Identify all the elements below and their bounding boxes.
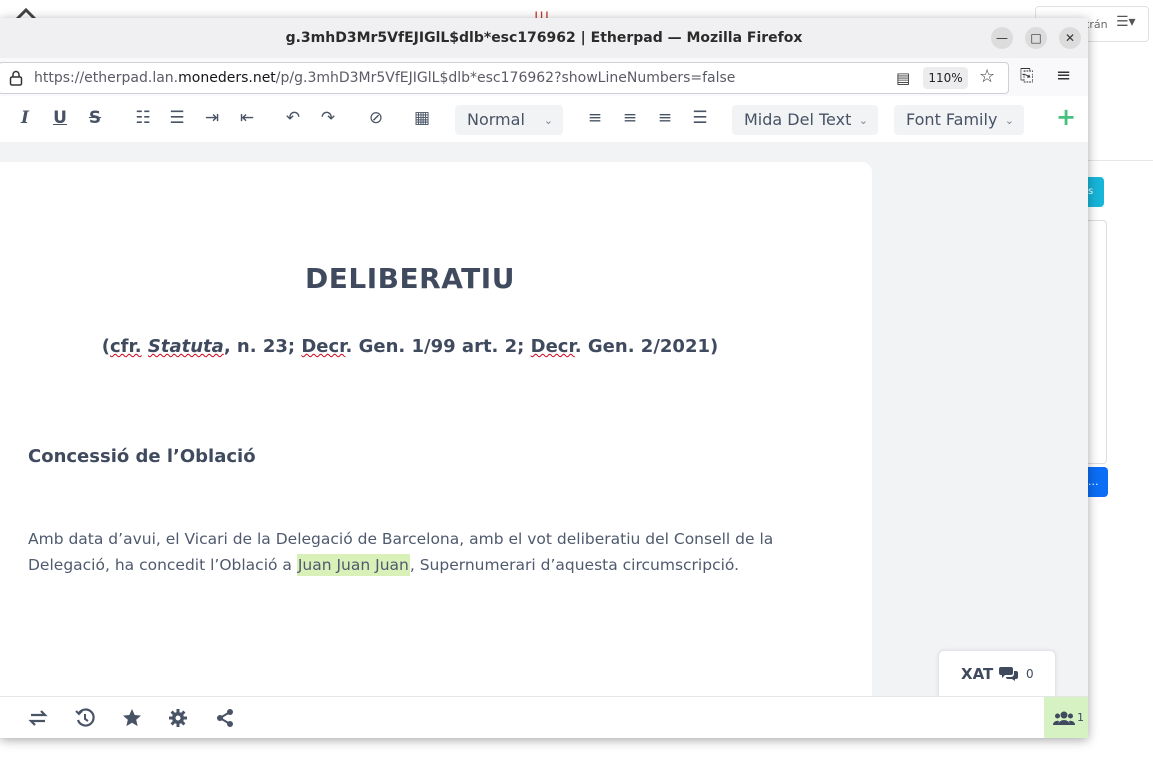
indent-icon[interactable]: ⇥: [201, 108, 223, 128]
plus-icon[interactable]: +: [1056, 103, 1076, 131]
subtitle-statuta: Statuta: [147, 336, 224, 357]
zoom-level[interactable]: 110%: [923, 67, 968, 89]
document-page[interactable]: DELIBERATIU (cfr. Statuta, n. 23; Decr. …: [0, 162, 872, 722]
background-cyan-button-label: s: [1088, 186, 1094, 197]
maximize-icon: □: [1030, 31, 1042, 45]
document-subtitle: (cfr. Statuta, n. 23; Decr. Gen. 1/99 ar…: [0, 336, 820, 357]
history-icon[interactable]: [74, 707, 96, 729]
minimize-button[interactable]: —: [991, 27, 1013, 49]
background-text-box: [1088, 220, 1107, 464]
font-size-label: Mida Del Text: [744, 110, 852, 129]
maximize-button[interactable]: □: [1025, 27, 1047, 49]
align-justify-icon[interactable]: ☰: [689, 108, 711, 128]
unordered-list-icon[interactable]: ☰: [166, 108, 188, 128]
align-center-icon[interactable]: ≡: [619, 108, 641, 128]
document-title: DELIBERATIU: [305, 262, 515, 295]
minimize-icon: —: [996, 31, 1008, 45]
window-title: g.3mhD3Mr5VfEJIGlL$dlb*esc176962 | Ether…: [285, 30, 803, 46]
hamburger-icon[interactable]: ☰▾: [1116, 14, 1136, 30]
chevron-down-icon: ⌄: [543, 114, 553, 127]
underline-icon[interactable]: U: [49, 108, 71, 128]
close-button[interactable]: ✕: [1059, 27, 1081, 49]
clear-authorship-icon[interactable]: ⊘: [365, 108, 387, 128]
app-menu-icon[interactable]: ≡: [1056, 65, 1071, 86]
italic-icon[interactable]: I: [14, 108, 36, 128]
reader-view-icon[interactable]: ▤: [896, 69, 910, 87]
subtitle-open: (: [101, 336, 110, 357]
chat-button[interactable]: XAT 0: [938, 650, 1056, 698]
import-export-icon[interactable]: [27, 707, 49, 729]
share-icon[interactable]: [214, 707, 236, 729]
chevron-down-icon: ⌄: [858, 114, 868, 127]
navigation-bar: https://etherpad.lan.moneders.net/p/g.3m…: [0, 58, 1088, 96]
chat-count: 0: [1026, 667, 1034, 681]
chat-label: XAT: [961, 665, 994, 683]
url-path: /p/g.3mhD3Mr5VfEJIGlL$dlb*esc176962?show…: [275, 70, 736, 86]
close-icon: ✕: [1064, 31, 1076, 45]
paragraph-style-value: Normal: [467, 110, 525, 129]
background-cyan-button[interactable]: s: [1088, 177, 1104, 207]
subtitle-cfr: cfr.: [109, 336, 142, 357]
subtitle-decr2: Decr: [530, 336, 575, 357]
editor-toolbar: I U S ☷ ☰ ⇥ ⇤ ↶ ↷ ⊘ ▦ Normal ⌄ ≡ ≡ ≡ ☰ M…: [0, 96, 1088, 143]
bottom-toolbar: 1: [0, 696, 1088, 738]
background-user-label: trán: [1085, 18, 1108, 31]
users-button[interactable]: 1: [1044, 697, 1088, 738]
firefox-window: g.3mhD3Mr5VfEJIGlL$dlb*esc176962 | Ether…: [0, 18, 1088, 738]
background-blue-button[interactable]: ...: [1088, 467, 1108, 497]
outdent-icon[interactable]: ⇤: [236, 108, 258, 128]
users-count: 1: [1077, 711, 1084, 724]
redo-icon[interactable]: ↷: [317, 108, 339, 128]
subtitle-end: . Gen. 2/2021): [574, 336, 719, 357]
lock-icon[interactable]: [9, 70, 23, 86]
settings-gear-icon[interactable]: [167, 707, 189, 729]
undo-icon[interactable]: ↶: [282, 108, 304, 128]
strikethrough-icon[interactable]: S: [84, 108, 106, 128]
paragraph-style-select[interactable]: Normal ⌄: [455, 105, 563, 135]
document-heading: Concessió de l’Oblació: [28, 446, 256, 467]
url-domain: moneders.net: [178, 70, 276, 86]
extensions-icon[interactable]: ⎘: [1020, 66, 1034, 86]
subtitle-mid2: . Gen. 1/99 art. 2;: [345, 336, 531, 357]
align-right-icon[interactable]: ≡: [654, 108, 676, 128]
subtitle-mid1: , n. 23;: [223, 336, 302, 357]
bookmark-star-icon[interactable]: ☆: [979, 66, 995, 87]
font-size-select[interactable]: Mida Del Text ⌄: [732, 105, 878, 135]
font-family-select[interactable]: Font Family ⌄: [894, 105, 1024, 135]
chevron-down-icon: ⌄: [1004, 114, 1014, 127]
highlighted-name: Juan Juan Juan: [296, 554, 410, 576]
ordered-list-icon[interactable]: ☷: [132, 108, 154, 128]
subtitle-decr1: Decr: [301, 336, 346, 357]
users-icon: [1053, 711, 1075, 725]
star-icon[interactable]: [121, 707, 143, 729]
align-left-icon[interactable]: ≡: [584, 108, 606, 128]
document-paragraph: Amb data d’avui, el Vicari de la Delegac…: [28, 526, 788, 578]
comments-icon: [999, 667, 1018, 681]
paragraph-text-after: , Supernumerari d’aquesta circumscripció…: [409, 556, 740, 574]
background-blue-button-label: ...: [1088, 475, 1099, 488]
font-family-label: Font Family: [906, 110, 998, 129]
title-bar: g.3mhD3Mr5VfEJIGlL$dlb*esc176962 | Ether…: [0, 18, 1088, 58]
url-bar[interactable]: https://etherpad.lan.moneders.net/p/g.3m…: [0, 62, 1009, 94]
table-icon[interactable]: ▦: [411, 108, 433, 128]
url-prefix: https://etherpad.lan.: [34, 70, 179, 86]
url-text[interactable]: https://etherpad.lan.moneders.net/p/g.3m…: [34, 70, 735, 86]
